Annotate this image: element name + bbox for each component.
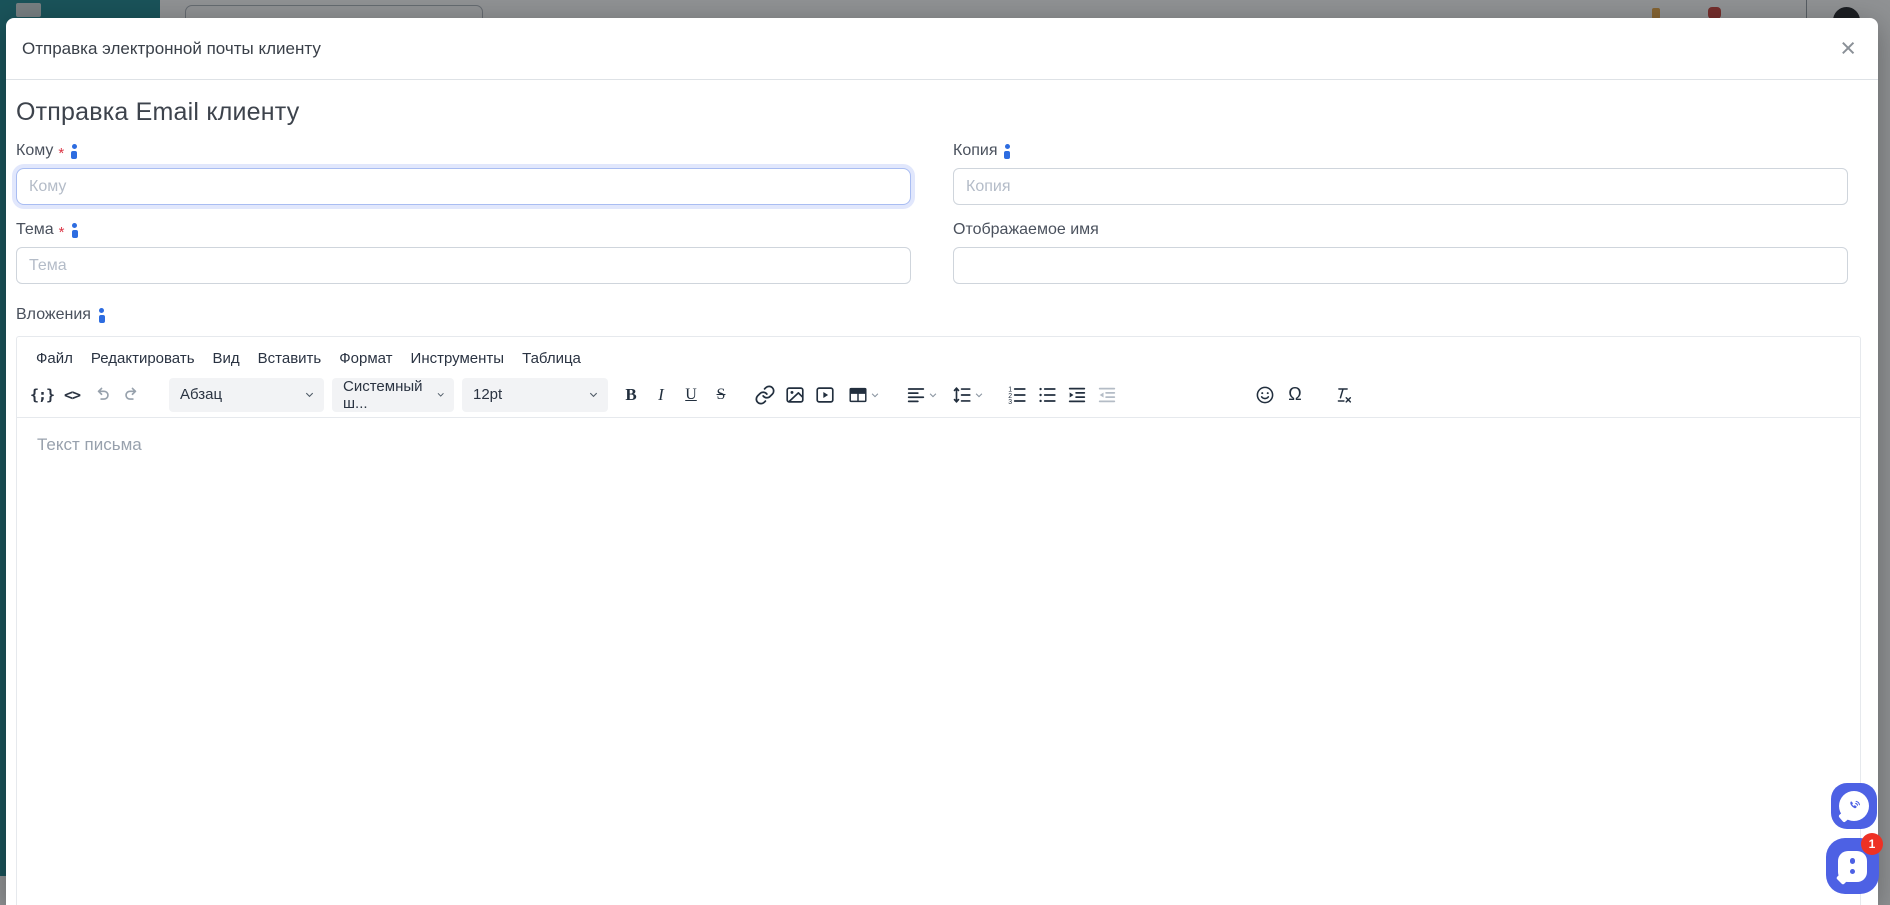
toolbar-group-insert <box>750 379 886 411</box>
required-marker: * <box>58 144 65 162</box>
chevron-down-icon <box>305 392 314 398</box>
subject-label-row: Тема * <box>16 221 911 241</box>
menu-file[interactable]: Файл <box>27 345 82 372</box>
bullet-list-icon[interactable] <box>1032 379 1062 411</box>
field-display-name: Отображаемое имя <box>953 221 1848 284</box>
bold-glyph: B <box>625 384 637 404</box>
source-code-glyph: <> <box>63 385 81 404</box>
to-label-row: Кому * <box>16 142 911 162</box>
viber-button[interactable] <box>1831 783 1877 829</box>
toolbar-group-align <box>898 379 990 411</box>
strikethrough-glyph: S <box>716 385 726 403</box>
subject-input[interactable] <box>16 247 911 284</box>
svg-text:3: 3 <box>1008 399 1012 406</box>
table-icon[interactable] <box>840 379 886 411</box>
modal-title: Отправка электронной почты клиенту <box>22 38 321 58</box>
field-cc: Копия <box>953 142 1848 205</box>
chat-unread-badge: 1 <box>1861 833 1883 855</box>
page-title: Отправка Email клиенту <box>16 98 300 126</box>
toolbar-group-format: B I U S <box>616 379 736 411</box>
attachments-row: Вложения <box>16 306 1864 324</box>
indent-icon[interactable] <box>1062 379 1092 411</box>
strikethrough-icon[interactable]: S <box>706 379 736 411</box>
ordered-list-icon[interactable]: 123 <box>1002 379 1032 411</box>
chevron-down-icon <box>871 392 878 397</box>
toolbar-group-lists: 123 <box>1002 379 1122 411</box>
code-sample-icon[interactable]: {;} <box>27 379 57 411</box>
toolbar-group-symbols: Ω <box>1250 379 1310 411</box>
info-icon[interactable] <box>71 143 78 159</box>
to-label: Кому <box>16 142 54 159</box>
paragraph-style-dropdown[interactable]: Абзац <box>169 377 324 412</box>
editor-toolbar: {;} <> Абзац Системный ш... 12pt B I U S… <box>17 374 1860 418</box>
font-size-dropdown[interactable]: 12pt <box>462 377 608 412</box>
display-name-label-row: Отображаемое имя <box>953 221 1848 239</box>
menu-insert[interactable]: Вставить <box>249 345 331 372</box>
font-family-value: Системный ш... <box>343 377 423 412</box>
field-subject: Тема * <box>16 221 911 284</box>
chat-icon <box>1838 850 1867 882</box>
menu-table[interactable]: Таблица <box>513 345 590 372</box>
cc-label: Копия <box>953 142 998 159</box>
align-icon[interactable] <box>898 379 944 411</box>
menu-format[interactable]: Формат <box>330 345 401 372</box>
chevron-down-icon <box>437 392 444 397</box>
chat-dot <box>1849 858 1856 864</box>
source-code-icon[interactable]: <> <box>57 379 87 411</box>
info-icon[interactable] <box>98 307 105 323</box>
editor-menubar: Файл Редактировать Вид Вставить Формат И… <box>17 337 1860 374</box>
menu-tools[interactable]: Инструменты <box>402 345 514 372</box>
link-icon[interactable] <box>750 379 780 411</box>
italic-icon[interactable]: I <box>646 379 676 411</box>
omega-glyph: Ω <box>1288 384 1302 404</box>
font-family-dropdown[interactable]: Системный ш... <box>332 377 454 412</box>
underline-icon[interactable]: U <box>676 379 706 411</box>
outdent-icon[interactable] <box>1092 379 1122 411</box>
chevron-down-icon <box>929 392 936 397</box>
bold-icon[interactable]: B <box>616 379 646 411</box>
display-name-input[interactable] <box>953 247 1848 284</box>
image-icon[interactable] <box>780 379 810 411</box>
menu-view[interactable]: Вид <box>204 345 249 372</box>
editor-content-area[interactable]: Текст письма <box>17 418 1860 905</box>
subject-label: Тема <box>16 221 54 238</box>
display-name-label: Отображаемое имя <box>953 221 1099 238</box>
font-size-value: 12pt <box>473 386 503 403</box>
redo-icon[interactable] <box>117 379 147 411</box>
rich-text-editor: Файл Редактировать Вид Вставить Формат И… <box>16 336 1861 905</box>
toolbar-group-clear <box>1328 379 1358 411</box>
media-icon[interactable] <box>810 379 840 411</box>
chat-widget-button[interactable]: 1 <box>1826 833 1883 894</box>
attachments-label: Вложения <box>16 306 91 323</box>
close-icon[interactable]: × <box>1840 35 1856 62</box>
code-sample-glyph: {;} <box>29 385 55 404</box>
special-character-icon[interactable]: Ω <box>1280 379 1310 411</box>
send-email-modal: Отправка электронной почты клиенту × Отп… <box>6 18 1878 905</box>
underline-glyph: U <box>685 385 697 403</box>
toolbar-group-code: {;} <> <box>27 379 147 411</box>
undo-icon[interactable] <box>87 379 117 411</box>
modal-body: Отправка Email клиенту Кому * Копия <box>6 80 1878 905</box>
editor-placeholder: Текст письма <box>37 435 142 454</box>
to-input[interactable] <box>16 168 911 205</box>
toolbar-group-dropdowns: Абзац Системный ш... 12pt <box>169 377 608 412</box>
info-icon[interactable] <box>71 222 78 238</box>
paragraph-style-value: Абзац <box>180 386 223 403</box>
field-to: Кому * <box>16 142 911 205</box>
italic-glyph: I <box>658 384 664 404</box>
emoji-icon[interactable] <box>1250 379 1280 411</box>
info-icon[interactable] <box>1004 143 1011 159</box>
cc-label-row: Копия <box>953 142 1848 160</box>
viber-icon <box>1839 791 1869 821</box>
chevron-down-icon <box>589 392 598 398</box>
required-marker: * <box>58 223 65 241</box>
modal-header: Отправка электронной почты клиенту × <box>6 18 1878 80</box>
email-form: Кому * Копия Тема * <box>16 142 1864 300</box>
clear-formatting-icon[interactable] <box>1328 379 1358 411</box>
cc-input[interactable] <box>953 168 1848 205</box>
chat-dot <box>1849 868 1856 874</box>
menu-edit[interactable]: Редактировать <box>82 345 204 372</box>
chevron-down-icon <box>975 392 982 397</box>
line-height-icon[interactable] <box>944 379 990 411</box>
